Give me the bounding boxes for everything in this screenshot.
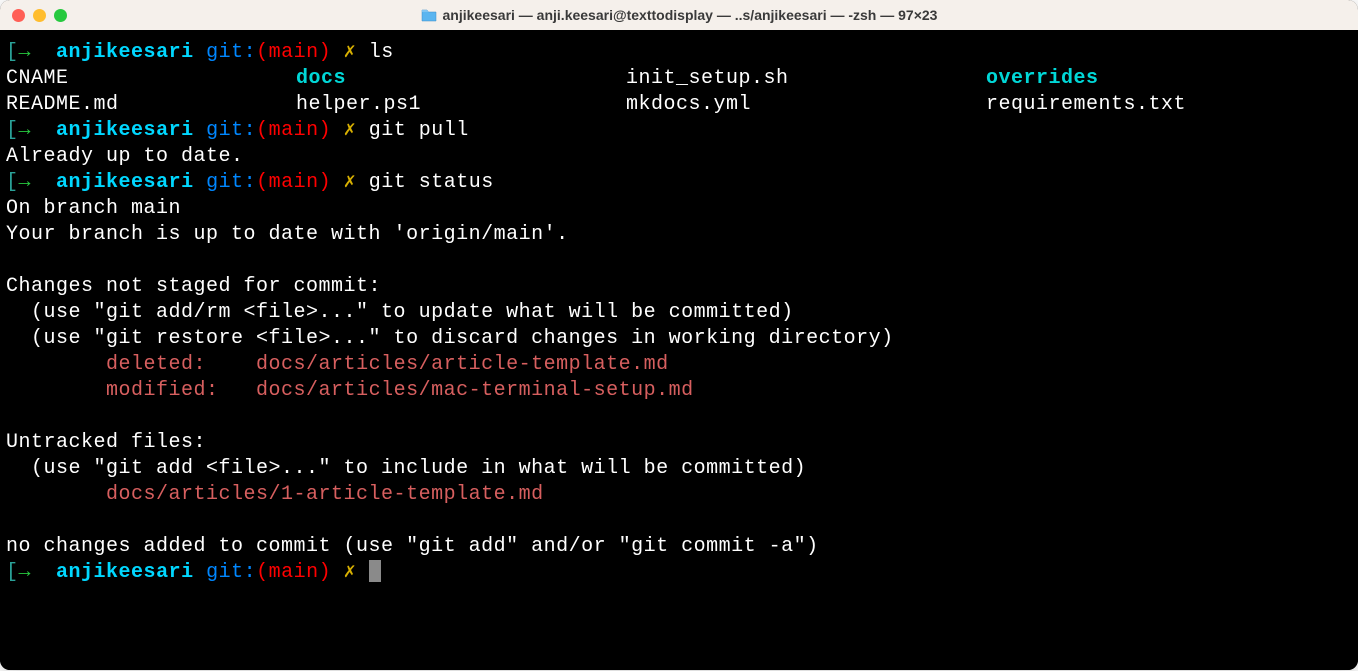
file-path: docs/articles/mac-terminal-setup.md: [256, 379, 694, 402]
output-line: (use "git add <file>..." to include in w…: [6, 456, 1352, 482]
bracket-icon: [: [6, 171, 19, 194]
status-label: modified:: [6, 379, 256, 402]
prompt-dir: anjikeesari: [56, 561, 194, 584]
git-label: git:: [206, 561, 256, 584]
bracket-icon: [: [6, 41, 19, 64]
git-branch: main: [269, 171, 319, 194]
untracked-file-line: docs/articles/1-article-template.md: [6, 482, 1352, 508]
ls-item: mkdocs.yml: [626, 92, 986, 118]
git-label: git:: [206, 171, 256, 194]
paren-close: ): [319, 561, 332, 584]
dirty-icon: ✗: [344, 119, 357, 142]
ls-item: requirements.txt: [986, 92, 1186, 118]
prompt-dir: anjikeesari: [56, 171, 194, 194]
prompt-line-3: [→ anjikeesari git:(main) ✗ git status: [6, 170, 1352, 196]
paren-open: (: [256, 561, 269, 584]
window-title: anjikeesari — anji.keesari@texttodisplay…: [443, 7, 938, 23]
blank-line: [6, 404, 1352, 430]
terminal-body[interactable]: [→ anjikeesari git:(main) ✗ ls CNAMEdocs…: [0, 30, 1358, 670]
dirty-icon: ✗: [344, 561, 357, 584]
terminal-window: anjikeesari — anji.keesari@texttodisplay…: [0, 0, 1358, 670]
git-label: git:: [206, 41, 256, 64]
paren-close: ): [319, 41, 332, 64]
command-text: git status: [369, 171, 494, 194]
ls-item: helper.ps1: [296, 92, 626, 118]
blank-line: [6, 508, 1352, 534]
ls-item: CNAME: [6, 66, 296, 92]
file-path: docs/articles/article-template.md: [256, 353, 669, 376]
traffic-lights: [12, 9, 67, 22]
ls-row-1: CNAMEdocsinit_setup.shoverrides: [6, 66, 1352, 92]
close-icon[interactable]: [12, 9, 25, 22]
indent: [6, 483, 106, 506]
paren-open: (: [256, 41, 269, 64]
output-line: (use "git add/rm <file>..." to update wh…: [6, 300, 1352, 326]
output-line: Untracked files:: [6, 430, 1352, 456]
prompt-dir: anjikeesari: [56, 41, 194, 64]
output-line: Changes not staged for commit:: [6, 274, 1352, 300]
output-line: On branch main: [6, 196, 1352, 222]
ls-row-2: README.mdhelper.ps1mkdocs.ymlrequirement…: [6, 92, 1352, 118]
git-branch: main: [269, 561, 319, 584]
deleted-file-line: deleted: docs/articles/article-template.…: [6, 352, 1352, 378]
output-line: no changes added to commit (use "git add…: [6, 534, 1352, 560]
prompt-dir: anjikeesari: [56, 119, 194, 142]
dirty-icon: ✗: [344, 171, 357, 194]
ls-item: README.md: [6, 92, 296, 118]
command-text: ls: [369, 41, 394, 64]
prompt-line-2: [→ anjikeesari git:(main) ✗ git pull: [6, 118, 1352, 144]
title-content: anjikeesari — anji.keesari@texttodisplay…: [421, 7, 938, 23]
paren-close: ): [319, 171, 332, 194]
titlebar: anjikeesari — anji.keesari@texttodisplay…: [0, 0, 1358, 30]
minimize-icon[interactable]: [33, 9, 46, 22]
paren-close: ): [319, 119, 332, 142]
prompt-line-1: [→ anjikeesari git:(main) ✗ ls: [6, 40, 1352, 66]
prompt-line-4: [→ anjikeesari git:(main) ✗: [6, 560, 1352, 586]
arrow-icon: →: [19, 41, 32, 64]
git-label: git:: [206, 119, 256, 142]
ls-item-dir: overrides: [986, 66, 1099, 92]
modified-file-line: modified: docs/articles/mac-terminal-set…: [6, 378, 1352, 404]
bracket-icon: [: [6, 119, 19, 142]
git-branch: main: [269, 41, 319, 64]
paren-open: (: [256, 119, 269, 142]
ls-item-dir: docs: [296, 66, 626, 92]
paren-open: (: [256, 171, 269, 194]
output-line: Already up to date.: [6, 144, 1352, 170]
command-text: git pull: [369, 119, 469, 142]
arrow-icon: →: [19, 119, 32, 142]
arrow-icon: →: [19, 171, 32, 194]
blank-line: [6, 248, 1352, 274]
arrow-icon: →: [19, 561, 32, 584]
cursor-icon: [369, 560, 381, 582]
output-line: Your branch is up to date with 'origin/m…: [6, 222, 1352, 248]
file-path: docs/articles/1-article-template.md: [106, 483, 544, 506]
folder-icon: [421, 8, 437, 22]
git-branch: main: [269, 119, 319, 142]
status-label: deleted:: [6, 353, 256, 376]
output-line: (use "git restore <file>..." to discard …: [6, 326, 1352, 352]
ls-item: init_setup.sh: [626, 66, 986, 92]
dirty-icon: ✗: [344, 41, 357, 64]
maximize-icon[interactable]: [54, 9, 67, 22]
bracket-icon: [: [6, 561, 19, 584]
